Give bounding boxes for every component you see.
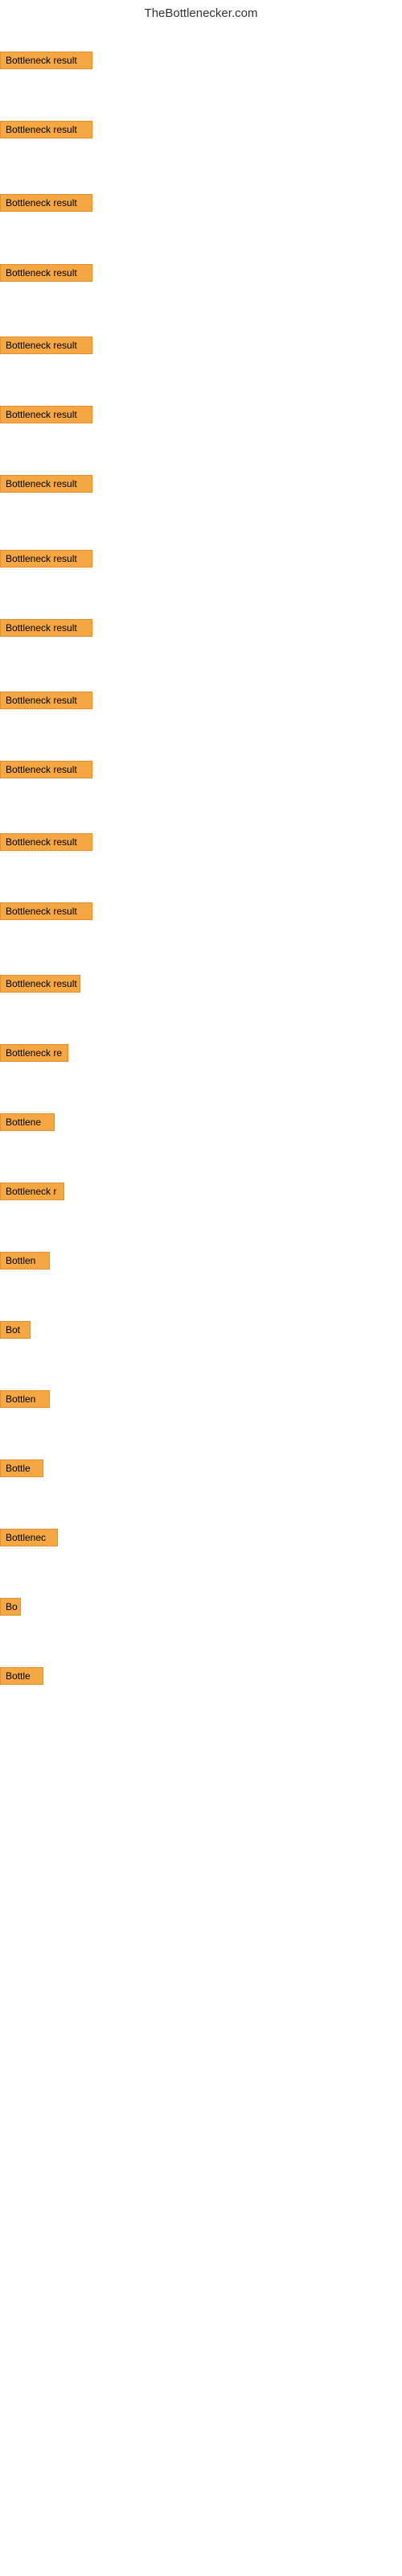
bottleneck-result-badge[interactable]: Bottlenec xyxy=(0,1529,58,1546)
bottleneck-result-badge[interactable]: Bottle xyxy=(0,1667,43,1685)
bottleneck-result-badge[interactable]: Bottleneck result xyxy=(0,761,92,778)
bottleneck-badge-row: Bottle xyxy=(0,1667,43,1689)
bottleneck-result-badge[interactable]: Bottleneck result xyxy=(0,619,92,637)
bottleneck-badge-row: Bot xyxy=(0,1321,31,1343)
bottleneck-badge-row: Bottleneck result xyxy=(0,619,92,641)
site-header: TheBottlenecker.com xyxy=(0,0,402,30)
bottleneck-result-badge[interactable]: Bottleneck result xyxy=(0,194,92,212)
bottleneck-badge-row: Bottleneck result xyxy=(0,761,92,782)
bottleneck-badge-row: Bottleneck r xyxy=(0,1183,64,1204)
bottleneck-badge-row: Bottleneck result xyxy=(0,691,92,713)
bottleneck-badge-row: Bottlen xyxy=(0,1390,50,1412)
bottleneck-badge-row: Bottleneck result xyxy=(0,833,92,855)
bottleneck-badge-row: Bottleneck result xyxy=(0,121,92,142)
bottleneck-badge-row: Bottleneck result xyxy=(0,52,92,73)
bottleneck-result-badge[interactable]: Bottleneck result xyxy=(0,902,92,920)
bottleneck-result-badge[interactable]: Bottleneck result xyxy=(0,264,92,282)
bottleneck-badge-row: Bottleneck result xyxy=(0,902,92,924)
bottleneck-badge-row: Bottleneck re xyxy=(0,1044,68,1066)
bottleneck-result-badge[interactable]: Bottleneck result xyxy=(0,52,92,69)
bottleneck-result-badge[interactable]: Bottleneck result xyxy=(0,406,92,423)
bottleneck-result-badge[interactable]: Bottleneck result xyxy=(0,475,92,493)
bottleneck-badge-row: Bottleneck result xyxy=(0,550,92,572)
bottleneck-badge-row: Bottleneck result xyxy=(0,406,92,427)
bottleneck-result-badge[interactable]: Bottleneck result xyxy=(0,121,92,138)
bottleneck-badge-row: Bottleneck result xyxy=(0,194,92,216)
bottleneck-result-badge[interactable]: Bottleneck result xyxy=(0,691,92,709)
bottleneck-badge-row: Bottle xyxy=(0,1459,43,1481)
bottleneck-badge-row: Bottleneck result xyxy=(0,264,92,286)
bottleneck-result-badge[interactable]: Bot xyxy=(0,1321,31,1339)
bottleneck-badge-row: Bottleneck result xyxy=(0,336,92,358)
bottleneck-badge-row: Bottlenec xyxy=(0,1529,58,1550)
bottleneck-badge-row: Bo xyxy=(0,1598,21,1620)
bottleneck-badge-row: Bottleneck result xyxy=(0,975,80,997)
bottleneck-result-badge[interactable]: Bottlen xyxy=(0,1390,50,1408)
bottleneck-result-badge[interactable]: Bottleneck result xyxy=(0,833,92,851)
bottleneck-result-badge[interactable]: Bottlene xyxy=(0,1113,55,1131)
bottleneck-result-badge[interactable]: Bottleneck result xyxy=(0,550,92,568)
bottleneck-badge-row: Bottleneck result xyxy=(0,475,92,497)
bottleneck-result-badge[interactable]: Bottleneck re xyxy=(0,1044,68,1062)
bottleneck-badge-row: Bottlene xyxy=(0,1113,55,1135)
bottleneck-result-badge[interactable]: Bottle xyxy=(0,1459,43,1477)
bottleneck-result-badge[interactable]: Bo xyxy=(0,1598,21,1616)
bottleneck-result-badge[interactable]: Bottleneck result xyxy=(0,336,92,354)
bottleneck-badge-row: Bottlen xyxy=(0,1252,50,1274)
bottleneck-result-badge[interactable]: Bottleneck result xyxy=(0,975,80,993)
bottleneck-result-badge[interactable]: Bottleneck r xyxy=(0,1183,64,1200)
bottleneck-result-badge[interactable]: Bottlen xyxy=(0,1252,50,1269)
